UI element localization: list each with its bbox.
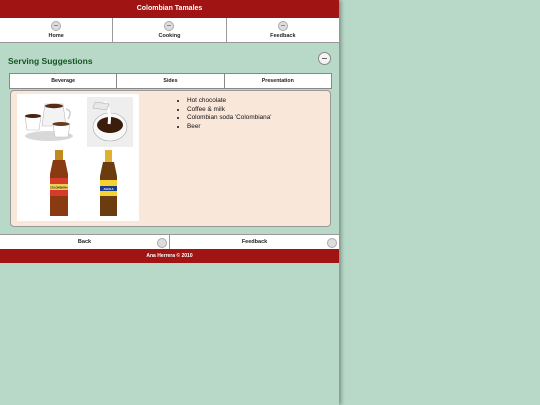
back-label: Back [77,239,92,245]
cooking-icon [164,21,175,31]
back-button[interactable]: Back [0,235,170,250]
feedback-label: Feedback [241,239,268,245]
beverage-photo: COLOMBIANA AGUILA [17,94,139,221]
collapse-icon[interactable] [318,52,331,65]
nav-feedback-label: Feedback [270,33,296,39]
tab-beverage[interactable]: Beverage [10,74,118,88]
beverage-panel: COLOMBIANA AGUILA Hot chocolate Coffee &… [10,90,331,227]
tab-sides[interactable]: Sides [117,74,225,88]
app-window: Colombian Tamales Home Cooking Feedback … [0,0,339,405]
list-item: Beer [187,123,272,132]
beverage-list: Hot chocolate Coffee & milk Colombian so… [177,97,272,131]
beverage-illustration: COLOMBIANA AGUILA [24,97,133,216]
nav-cooking[interactable]: Cooking [113,18,227,42]
tab-presentation[interactable]: Presentation [225,74,331,88]
list-item: Hot chocolate [187,97,272,106]
list-item: Colombian soda 'Colombiana' [187,114,272,123]
nav-home-label: Home [48,33,64,39]
app-title: Colombian Tamales [0,0,339,18]
feedback-icon [277,21,288,31]
aguila-label: AGUILA [104,187,114,191]
nav-home[interactable]: Home [0,18,114,42]
colombiana-label: COLOMBIANA [50,186,68,190]
back-arrow-icon [157,238,167,248]
list-item: Coffee & milk [187,106,272,115]
page-title: Serving Suggestions [8,56,93,66]
forward-arrow-icon [327,238,337,248]
nav-feedback[interactable]: Feedback [227,18,339,42]
tab-bar: Beverage Sides Presentation [9,73,332,89]
page-header: Serving Suggestions [0,43,339,73]
home-icon [51,21,62,31]
nav-cooking-label: Cooking [158,33,181,39]
feedback-button[interactable]: Feedback [170,235,339,250]
copyright-bar: Ana Herrera © 2010 [0,249,339,263]
top-nav: Home Cooking Feedback [0,18,339,43]
